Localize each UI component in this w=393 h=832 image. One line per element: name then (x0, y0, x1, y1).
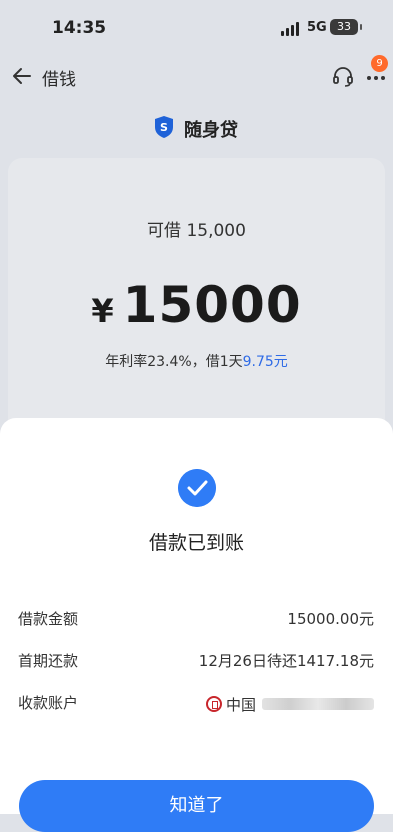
status-time: 14:35 (52, 18, 107, 38)
loan-amount: ¥15000 (8, 276, 385, 334)
currency-symbol: ¥ (91, 292, 115, 330)
account-value: 中国 (205, 692, 374, 716)
product-header: S 随身贷 (0, 112, 393, 144)
detail-label: 借款金额 (18, 610, 79, 628)
headset-icon[interactable] (331, 64, 355, 88)
detail-label: 收款账户 (18, 694, 79, 712)
detail-label: 首期还款 (18, 652, 79, 670)
bank-logo-icon (205, 696, 222, 712)
nav-bar: 借钱 (0, 52, 393, 100)
success-check-icon (178, 469, 216, 507)
notification-badge: 9 (371, 55, 388, 72)
detail-value: 15000.00元 (287, 610, 374, 628)
detail-row-account: 收款账户 中国 (18, 692, 374, 716)
masked-account-number (262, 698, 374, 710)
svg-text:S: S (160, 121, 168, 134)
amount-value: 15000 (122, 276, 302, 334)
detail-value: 12月26日待还1417.18元 (198, 652, 374, 670)
battery-icon: 33 (330, 19, 362, 35)
quota-card: 可借 15,000 ¥15000 年利率23.4%，借1天9.75元 (8, 158, 385, 438)
product-name: 随身贷 (184, 120, 238, 141)
signal-icon (281, 22, 303, 36)
network-type: 5G (307, 20, 327, 35)
sheet-title: 借款已到账 (148, 532, 244, 554)
daily-cost: 9.75元 (242, 354, 288, 370)
status-bar: 14:35 5G 33 (0, 0, 393, 52)
success-sheet: 借款已到账 借款金额 15000.00元 首期还款 12月26日待还1417.1… (0, 418, 393, 832)
interest-rate-text: 年利率23.4%，借1天9.75元 (8, 351, 385, 371)
bank-name: 中国 (225, 695, 256, 714)
back-arrow-icon[interactable] (10, 64, 34, 88)
rate-text: 年利率23.4%，借1天 (105, 354, 243, 370)
nav-title: 借钱 (42, 70, 76, 90)
available-quota-label: 可借 15,000 (147, 221, 246, 241)
shield-s-icon: S (155, 116, 173, 138)
detail-row-amount: 借款金额 15000.00元 (18, 608, 374, 632)
got-it-button[interactable]: 知道了 (19, 780, 374, 832)
detail-row-first-repayment: 首期还款 12月26日待还1417.18元 (18, 650, 374, 674)
